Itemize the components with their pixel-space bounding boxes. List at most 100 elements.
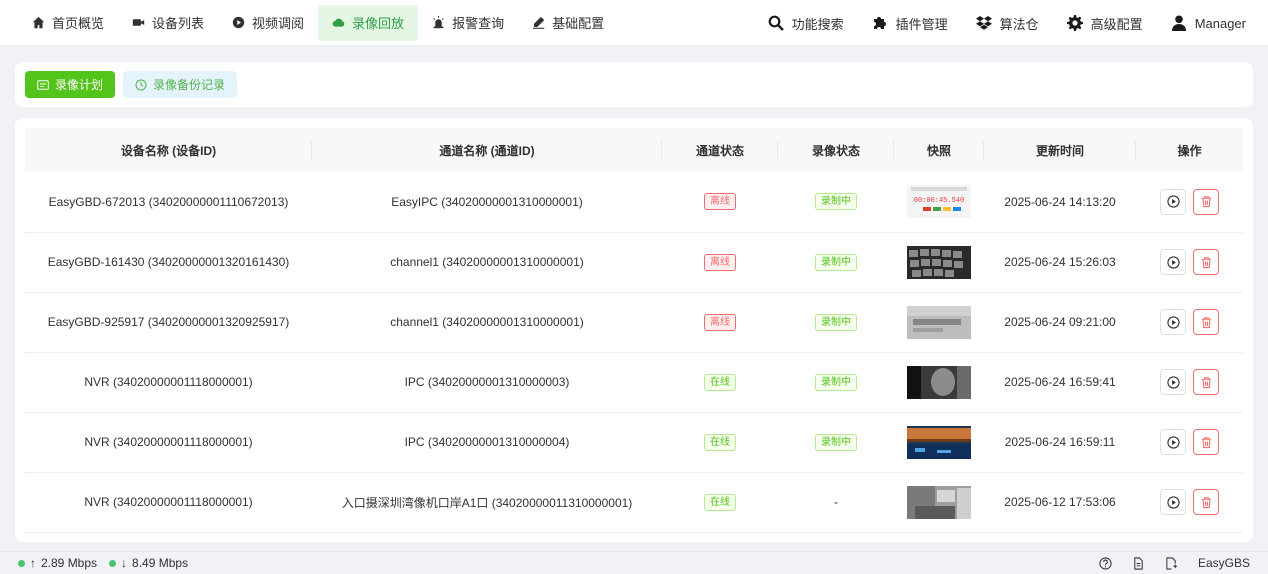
- update-time-cell: 2025-06-24 15:26:03: [1004, 255, 1116, 269]
- online-dot: [109, 559, 117, 567]
- brand-label: EasyGBS: [1197, 556, 1250, 570]
- help-icon[interactable]: [1099, 556, 1112, 570]
- home-icon: [32, 16, 45, 29]
- snapshot-thumbnail[interactable]: [907, 425, 971, 459]
- play-icon: [1166, 435, 1180, 449]
- top-navbar: 首页概览 设备列表 视频调阅 录像回放 报警查询 基础配置 功能搜索 插件管理 …: [0, 0, 1268, 46]
- dropbox-icon: [975, 16, 992, 30]
- user-name: Manager: [1194, 15, 1246, 31]
- update-time-cell: 2025-06-24 16:59:11: [1004, 435, 1116, 449]
- play-button[interactable]: [1160, 489, 1186, 515]
- delete-button[interactable]: [1193, 429, 1219, 455]
- record-status-badge: 录制中: [815, 433, 857, 451]
- device-name-cell: EasyGBD-925917 (34020000001320925917): [47, 315, 290, 329]
- play-button[interactable]: [1160, 188, 1186, 215]
- function-search-button[interactable]: 功能搜索: [754, 14, 858, 33]
- plugin-manage-button[interactable]: 插件管理: [858, 14, 962, 33]
- algorithm-store-button[interactable]: 算法仓: [962, 14, 1053, 33]
- delete-button[interactable]: [1193, 188, 1219, 215]
- device-name-cell: NVR (34020000001118000001): [84, 435, 253, 449]
- play-icon: [1166, 315, 1180, 329]
- delete-button[interactable]: [1193, 489, 1219, 515]
- nav-item-config[interactable]: 基础配置: [518, 5, 618, 41]
- channel-status-badge: 在线: [704, 373, 736, 391]
- main-nav: 首页概览 设备列表 视频调阅 录像回放 报警查询 基础配置: [18, 0, 618, 45]
- channel-name-cell: channel1 (34020000001310000001): [390, 315, 584, 329]
- record-status-badge: 录制中: [815, 373, 857, 391]
- record-status-badge: 录制中: [815, 253, 857, 271]
- snapshot-thumbnail[interactable]: [907, 365, 971, 399]
- snapshot-thumbnail[interactable]: [907, 245, 971, 279]
- play-button[interactable]: [1160, 369, 1186, 395]
- record-backup-button[interactable]: 录像备份记录: [123, 71, 238, 98]
- channel-name-cell: EasyIPC (34020000001310000001): [391, 194, 583, 209]
- gear-icon: [1066, 15, 1083, 31]
- column-header: 通道名称 (通道ID): [312, 128, 662, 172]
- nav-item-devices[interactable]: 设备列表: [118, 5, 218, 41]
- record-table: 设备名称 (设备ID) 通道名称 (通道ID) 通道状态 录像状态 快照 更新时…: [25, 128, 1243, 533]
- record-status-badge: 录制中: [815, 313, 857, 331]
- column-header: 设备名称 (设备ID): [25, 128, 312, 172]
- nav-item-playback[interactable]: 录像回放: [318, 4, 419, 41]
- device-name-cell: EasyGBD-672013 (34020000001110672013): [48, 194, 289, 209]
- play-icon: [1166, 495, 1180, 509]
- snapshot-thumbnail[interactable]: 00:00:45.540: [907, 185, 971, 219]
- right-item-label: 插件管理: [895, 16, 948, 32]
- trash-icon: [1201, 436, 1211, 448]
- device-name-cell: EasyGBD-161430 (34020000001320161430): [47, 255, 290, 269]
- upload-rate: ↑ 2.89 Mbps: [18, 556, 97, 570]
- snapshot-thumbnail[interactable]: [907, 305, 971, 339]
- delete-button[interactable]: [1193, 309, 1219, 335]
- column-header: 更新时间: [984, 128, 1136, 172]
- cloud-icon: [332, 18, 345, 27]
- column-header: 通道状态: [662, 128, 778, 172]
- delete-button[interactable]: [1193, 249, 1219, 275]
- record-backup-label: 录像备份记录: [153, 78, 226, 92]
- alarm-icon: [433, 16, 444, 29]
- user-menu[interactable]: Manager: [1157, 15, 1260, 31]
- document-icon[interactable]: [1132, 556, 1145, 570]
- table-header-row: 设备名称 (设备ID) 通道名称 (通道ID) 通道状态 录像状态 快照 更新时…: [25, 128, 1243, 172]
- play-icon: [1166, 255, 1180, 269]
- column-header: 操作: [1177, 143, 1202, 158]
- channel-status-badge: 离线: [704, 313, 736, 331]
- export-icon[interactable]: [1165, 556, 1178, 570]
- delete-button[interactable]: [1193, 369, 1219, 395]
- record-plan-button[interactable]: 录像计划: [25, 71, 116, 98]
- table-row: NVR (34020000001118000001) IPC (34020000…: [25, 412, 1243, 472]
- nav-item-alarm[interactable]: 报警查询: [418, 5, 518, 41]
- channel-name-cell: 入口摄深圳湾像机口岸A1口 (34020000011310000001): [341, 495, 633, 510]
- play-icon: [1166, 375, 1180, 389]
- nav-item-video[interactable]: 视频调阅: [218, 5, 318, 41]
- table-row: EasyGBD-925917 (34020000001320925917) ch…: [25, 292, 1243, 352]
- snapshot-thumbnail[interactable]: [907, 485, 971, 519]
- play-button[interactable]: [1160, 309, 1186, 335]
- arrow-down-icon: ↓: [121, 556, 128, 570]
- search-icon: [768, 15, 784, 31]
- table-row: EasyGBD-161430 (34020000001320161430) ch…: [25, 232, 1243, 292]
- advanced-config-button[interactable]: 高级配置: [1053, 14, 1157, 33]
- right-item-label: 高级配置: [1090, 16, 1143, 32]
- snapshot-timecode: 00:00:45.540: [914, 197, 964, 205]
- update-time-cell: 2025-06-24 14:13:20: [1004, 194, 1116, 209]
- table-row: NVR (34020000001118000001) 入口摄深圳湾像机口岸A1口…: [25, 472, 1243, 532]
- play-icon: [1166, 195, 1180, 208]
- column-header: 录像状态: [778, 128, 894, 172]
- status-right: EasyGBS: [1099, 552, 1250, 574]
- trash-icon: [1201, 376, 1211, 388]
- right-nav: 功能搜索 插件管理 算法仓 高级配置 Manager: [754, 0, 1260, 46]
- history-icon: [135, 79, 147, 90]
- download-rate-value: 8.49 Mbps: [132, 556, 189, 570]
- puzzle-icon: [873, 17, 886, 29]
- online-dot: [18, 559, 25, 567]
- video-camera-icon: [132, 19, 145, 26]
- nav-item-label: 录像回放: [352, 16, 405, 31]
- play-button[interactable]: [1160, 249, 1186, 275]
- nav-item-label: 设备列表: [152, 16, 205, 31]
- nav-item-home[interactable]: 首页概览: [18, 5, 118, 41]
- column-header: 快照: [894, 128, 984, 172]
- channel-name-cell: channel1 (34020000001310000001): [390, 255, 584, 269]
- arrow-up-icon: ↑: [30, 556, 36, 570]
- channel-status-badge: 离线: [704, 193, 736, 211]
- play-button[interactable]: [1160, 429, 1186, 455]
